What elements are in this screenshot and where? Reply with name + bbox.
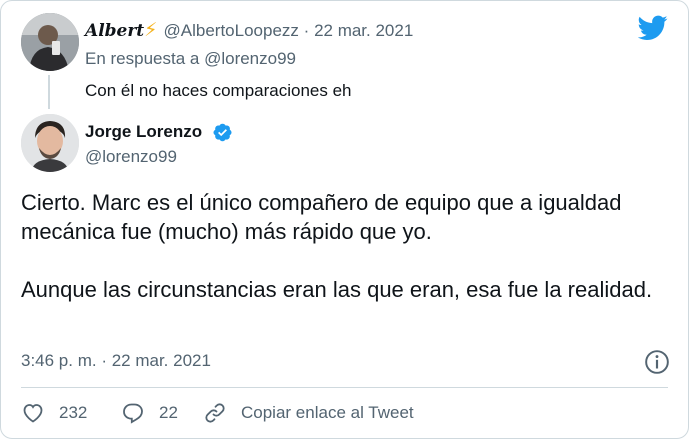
main-author-handle[interactable]: @lorenzo99: [85, 147, 177, 167]
like-button[interactable]: 232: [21, 401, 87, 425]
link-icon: [205, 403, 225, 423]
reply-author-handle[interactable]: @AlbertoLoopezz: [164, 21, 299, 40]
tweet-paragraph: Cierto. Marc es el único compañero de eq…: [21, 190, 622, 244]
main-author-avatar[interactable]: [21, 114, 79, 172]
reply-date[interactable]: 22 mar. 2021: [314, 21, 413, 40]
like-count: 232: [59, 403, 88, 422]
reply-button[interactable]: 22: [121, 401, 178, 425]
tweet-embed-card: Albert⚡ @AlbertoLoopezz · 22 mar. 2021 En…: [0, 0, 689, 439]
tweet-body: Cierto. Marc es el único compañero de eq…: [21, 188, 681, 333]
verified-badge-icon: [213, 123, 232, 142]
in-reply-to-label: En respuesta a @lorenzo99: [85, 49, 296, 68]
actions-divider: [21, 387, 668, 388]
twitter-bird-icon[interactable]: [638, 15, 668, 41]
reply-header: Albert⚡ @AlbertoLoopezz · 22 mar. 2021: [85, 19, 413, 42]
person-photo-icon: [21, 114, 79, 172]
reply-text: Con él no haces comparaciones eh: [85, 81, 352, 100]
copy-link-label: Copiar enlace al Tweet: [241, 403, 414, 422]
info-icon[interactable]: [644, 349, 670, 375]
heart-icon: [23, 404, 43, 423]
speech-bubble-icon: [123, 403, 143, 424]
reply-author-name[interactable]: Albert: [85, 21, 144, 41]
lightning-emoji: ⚡: [144, 20, 158, 41]
reply-count: 22: [159, 403, 178, 422]
copy-link-button[interactable]: Copiar enlace al Tweet: [203, 401, 414, 425]
thread-connector-line: [48, 75, 50, 109]
tweet-paragraph: Aunque las circunstancias eran las que e…: [21, 277, 653, 302]
reply-author-avatar[interactable]: [21, 13, 79, 71]
tweet-timestamp[interactable]: 3:46 p. m. · 22 mar. 2021: [21, 351, 211, 371]
main-author-name[interactable]: Jorge Lorenzo: [85, 122, 202, 142]
dot-separator: ·: [303, 21, 310, 40]
person-photo-icon: [21, 13, 79, 71]
